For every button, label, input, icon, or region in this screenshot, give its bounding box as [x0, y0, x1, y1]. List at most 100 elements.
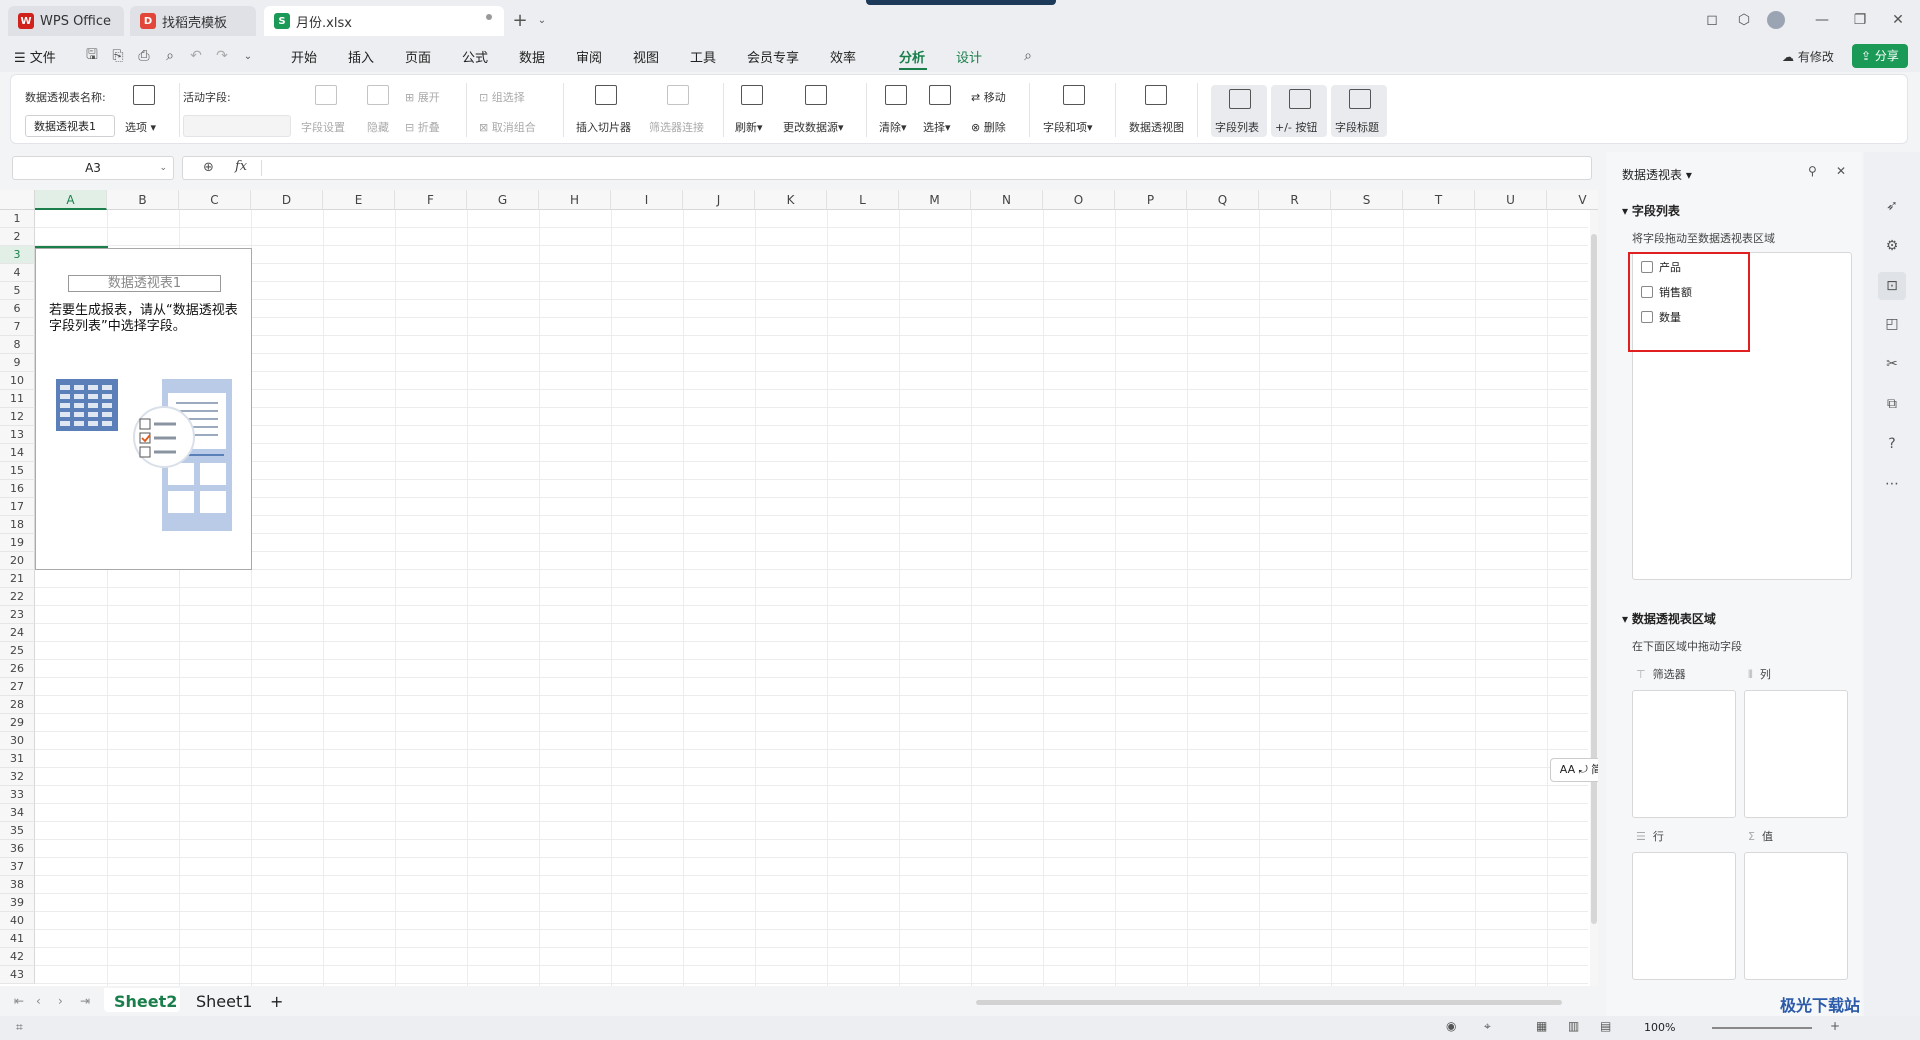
column-header[interactable]: S: [1331, 190, 1403, 210]
focus-mode-icon[interactable]: ⌖: [1484, 1019, 1491, 1034]
row-header[interactable]: 36: [0, 840, 35, 858]
insert-slicer-button[interactable]: 插入切片器: [576, 119, 631, 135]
menu-item-home[interactable]: 开始: [291, 47, 317, 66]
column-header[interactable]: Q: [1187, 190, 1259, 210]
group-select-button[interactable]: ⊡ 组选择: [479, 89, 525, 105]
select-icon[interactable]: [929, 85, 951, 105]
pivot-name-input[interactable]: 数据透视表1: [25, 115, 115, 137]
more-icon[interactable]: ⋯: [1882, 474, 1902, 494]
panel-close-icon[interactable]: ✕: [1836, 164, 1846, 178]
avatar[interactable]: [1766, 10, 1786, 30]
window-drag-handle[interactable]: [866, 0, 1056, 5]
row-header[interactable]: 8: [0, 336, 35, 354]
row-header[interactable]: 3: [0, 246, 35, 264]
document-icon[interactable]: ⧉: [1882, 394, 1902, 414]
column-header[interactable]: O: [1043, 190, 1115, 210]
fields-items-button[interactable]: 字段和项▾: [1043, 119, 1093, 135]
row-header[interactable]: 22: [0, 588, 35, 606]
add-sheet-button[interactable]: +: [270, 992, 283, 1011]
window-restore-icon[interactable]: ◻: [1702, 10, 1722, 30]
row-header[interactable]: 9: [0, 354, 35, 372]
menu-item-analyze[interactable]: 分析: [899, 47, 925, 66]
menu-item-view[interactable]: 视图: [633, 47, 659, 66]
collapse-button[interactable]: ⊟ 折叠: [405, 119, 440, 135]
row-header[interactable]: 6: [0, 300, 35, 318]
areas-heading[interactable]: ▾ 数据透视表区域: [1622, 610, 1716, 627]
pivot-chart-button[interactable]: 数据透视图: [1129, 119, 1184, 135]
row-header[interactable]: 33: [0, 786, 35, 804]
column-header[interactable]: R: [1259, 190, 1331, 210]
active-field-input[interactable]: [183, 115, 291, 137]
next-sheet-icon[interactable]: ›: [58, 994, 63, 1008]
macro-icon[interactable]: ⌗: [16, 1020, 23, 1035]
text-conversion-button[interactable]: AA ⤾ 简: [1550, 758, 1598, 782]
refresh-button[interactable]: 刷新▾: [735, 119, 763, 135]
row-header[interactable]: 1: [0, 210, 35, 228]
column-header[interactable]: A: [35, 190, 107, 210]
menu-item-efficiency[interactable]: 效率: [830, 47, 856, 66]
column-header[interactable]: L: [827, 190, 899, 210]
quick-access-chevron-icon[interactable]: ⌄: [238, 46, 258, 66]
tab-list-chevron-icon[interactable]: ⌄: [532, 10, 552, 30]
export-icon[interactable]: ⎘: [108, 46, 128, 66]
page-break-icon[interactable]: ▤: [1600, 1019, 1611, 1033]
zoom-in-icon[interactable]: +: [1830, 1019, 1840, 1033]
cube-icon[interactable]: ⬡: [1734, 10, 1754, 30]
help-icon[interactable]: ?: [1882, 434, 1902, 454]
row-header[interactable]: 43: [0, 966, 35, 984]
change-source-button[interactable]: 更改数据源▾: [783, 119, 844, 135]
filter-connection-icon[interactable]: [667, 85, 689, 105]
select-all-corner[interactable]: [0, 190, 35, 210]
ungroup-button[interactable]: ⊠ 取消组合: [479, 119, 536, 135]
menu-item-member[interactable]: 会员专享: [747, 47, 799, 66]
insert-slicer-icon[interactable]: [595, 85, 617, 105]
row-header[interactable]: 24: [0, 624, 35, 642]
column-header[interactable]: H: [539, 190, 611, 210]
column-header[interactable]: M: [899, 190, 971, 210]
maximize-icon[interactable]: ❐: [1850, 10, 1870, 30]
undo-icon[interactable]: ↶: [186, 46, 206, 66]
zoom-level[interactable]: 100%: [1644, 1021, 1675, 1034]
name-box[interactable]: A3 ⌄: [12, 156, 174, 180]
fields-items-icon[interactable]: [1063, 85, 1085, 105]
row-header[interactable]: 15: [0, 462, 35, 480]
save-icon[interactable]: 🖫: [82, 46, 102, 66]
field-list-heading[interactable]: ▾ 字段列表: [1622, 202, 1680, 219]
chart-style-icon[interactable]: ◰: [1882, 314, 1902, 334]
filter-drop-area[interactable]: [1632, 690, 1736, 818]
row-header[interactable]: 42: [0, 948, 35, 966]
print-icon[interactable]: ⎙: [134, 46, 154, 66]
move-button[interactable]: ⇄ 移动: [971, 89, 1006, 105]
zoom-formula-icon[interactable]: ⊕: [203, 160, 214, 175]
expand-button[interactable]: ⊞ 展开: [405, 89, 440, 105]
minimize-icon[interactable]: —: [1812, 10, 1832, 30]
row-drop-area[interactable]: [1632, 852, 1736, 980]
pivot-table-placeholder[interactable]: 数据透视表1 若要生成报表，请从“数据透视表字段列表”中选择字段。: [35, 248, 252, 570]
row-header[interactable]: 12: [0, 408, 35, 426]
row-header[interactable]: 16: [0, 480, 35, 498]
last-sheet-icon[interactable]: ⇥: [80, 994, 90, 1008]
column-header[interactable]: E: [323, 190, 395, 210]
select-button[interactable]: 选择▾: [923, 119, 951, 135]
row-header[interactable]: 29: [0, 714, 35, 732]
sheet-tab-sheet2[interactable]: Sheet2: [114, 992, 177, 1011]
hide-icon[interactable]: [367, 85, 389, 105]
prev-sheet-icon[interactable]: ‹: [36, 994, 41, 1008]
column-header[interactable]: D: [251, 190, 323, 210]
clear-button[interactable]: 清除▾: [879, 119, 907, 135]
row-header[interactable]: 13: [0, 426, 35, 444]
menu-item-formula[interactable]: 公式: [462, 47, 488, 66]
file-menu[interactable]: ☰ 文件: [14, 47, 56, 66]
row-header[interactable]: 18: [0, 516, 35, 534]
settings-sliders-icon[interactable]: ⚙: [1882, 236, 1902, 256]
filter-connection-button[interactable]: 筛选器连接: [649, 119, 704, 135]
vertical-scroll-thumb[interactable]: [1591, 234, 1597, 924]
field-settings-icon[interactable]: [315, 85, 337, 105]
row-header[interactable]: 26: [0, 660, 35, 678]
row-header[interactable]: 27: [0, 678, 35, 696]
select-pointer-icon[interactable]: ➶: [1882, 196, 1902, 216]
pivot-panel-icon[interactable]: ⊡: [1878, 272, 1906, 300]
page-layout-icon[interactable]: ▥: [1568, 1019, 1579, 1033]
tab-spreadsheet[interactable]: S 月份.xlsx: [264, 6, 504, 36]
menu-item-design[interactable]: 设计: [956, 47, 982, 66]
